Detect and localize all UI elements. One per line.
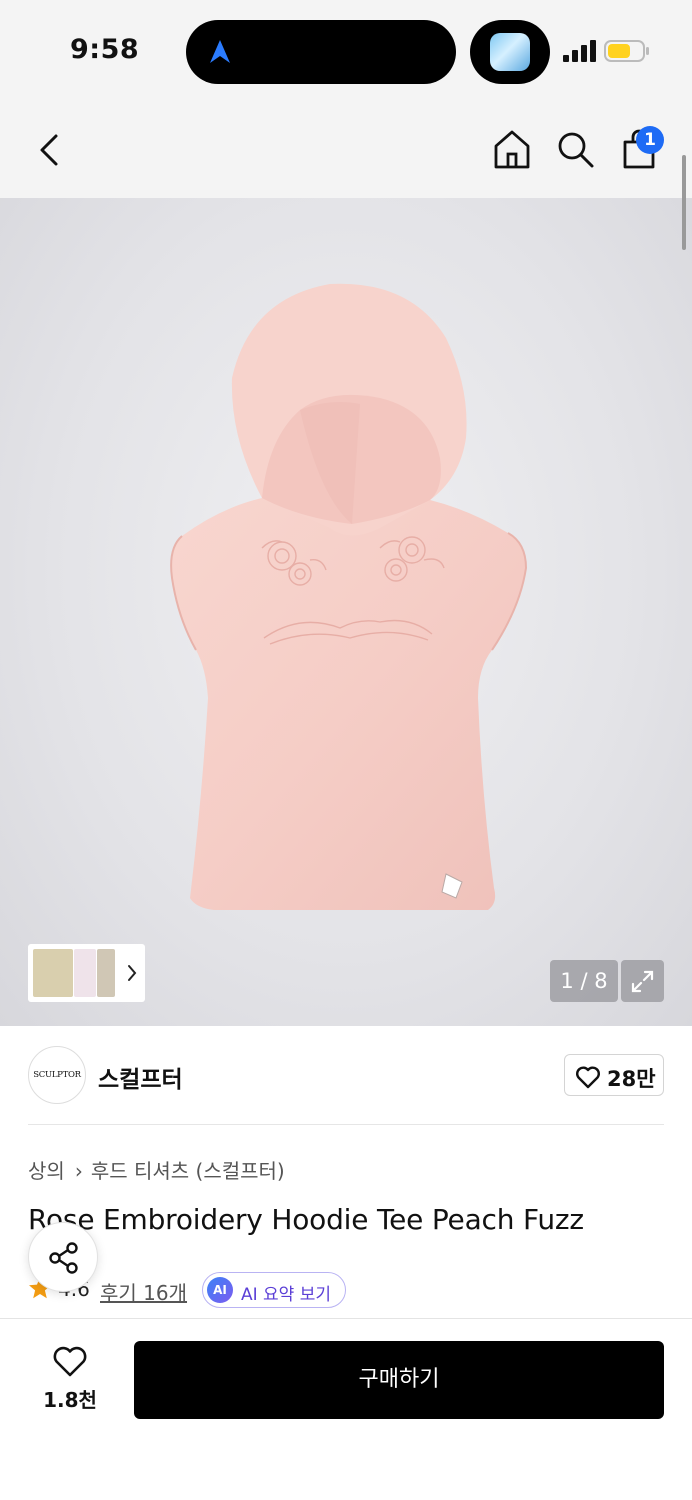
wishlist-count: 1.8천: [43, 1388, 97, 1412]
heart-outline-icon: [576, 1066, 600, 1089]
ai-icon: AI: [207, 1277, 233, 1303]
search-icon[interactable]: [556, 130, 596, 170]
breadcrumb-item-hoodie-tee[interactable]: 후드 티셔츠 (스컬프터): [91, 1159, 285, 1183]
top-navigation-bar: [0, 100, 692, 198]
category-breadcrumb: 상의 › 후드 티셔츠 (스컬프터): [28, 1155, 285, 1184]
buy-button[interactable]: 구매하기: [134, 1341, 664, 1419]
product-image-gallery[interactable]: [0, 198, 692, 1026]
breadcrumb-item-top[interactable]: 상의: [28, 1159, 65, 1183]
thumbnail-image[interactable]: [74, 949, 96, 997]
home-icon[interactable]: [492, 128, 532, 170]
section-divider: [28, 1124, 664, 1125]
review-count-link[interactable]: 후기 16개: [100, 1277, 187, 1306]
share-icon: [49, 1242, 78, 1274]
expand-image-button[interactable]: [621, 960, 664, 1002]
brand-name[interactable]: 스컬프터: [98, 1060, 183, 1094]
expand-icon: [631, 970, 654, 993]
product-title: Rose Embroidery Hoodie Tee Peach Fuzz: [28, 1203, 584, 1236]
product-photo-pink-hoodie-tee: [170, 283, 528, 910]
brand-like-button[interactable]: 28만: [564, 1054, 664, 1096]
share-button[interactable]: [28, 1222, 98, 1292]
ai-summary-button[interactable]: AI AI 요약 보기: [202, 1272, 346, 1308]
thumbnail-image[interactable]: [97, 949, 115, 997]
back-icon[interactable]: [34, 130, 64, 170]
page-scrollbar[interactable]: [682, 155, 686, 250]
app-thumbnail-icon: [490, 33, 530, 71]
status-bar: 9:58: [0, 0, 692, 100]
cellular-signal-icon: [563, 40, 596, 62]
status-time: 9:58: [70, 34, 140, 65]
ai-summary-label: AI 요약 보기: [241, 1285, 332, 1305]
brand-logo[interactable]: SCULPTOR: [28, 1046, 86, 1104]
live-activity-pill: [470, 20, 550, 84]
chevron-right-icon: ›: [74, 1159, 83, 1183]
thumbnail-image[interactable]: [33, 949, 73, 997]
chevron-right-icon[interactable]: [126, 963, 138, 983]
cart-count-badge: 1: [636, 126, 664, 154]
battery-icon: [604, 40, 649, 62]
image-page-counter: 1 / 8: [550, 960, 618, 1002]
image-thumbnail-strip[interactable]: [28, 944, 145, 1002]
navigation-arrow-icon: [210, 40, 230, 63]
brand-like-count: 28만: [607, 1067, 656, 1091]
heart-outline-icon[interactable]: [52, 1346, 88, 1378]
dynamic-island: [186, 20, 456, 84]
